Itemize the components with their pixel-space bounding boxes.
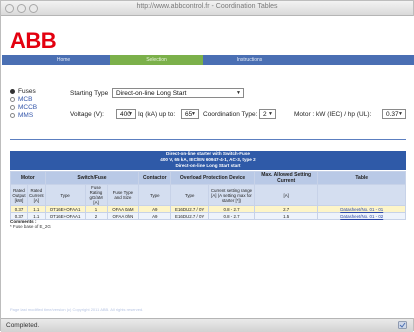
top-navigation: Home Selection Instructions (2, 55, 414, 65)
nav-instructions[interactable]: Instructions (203, 55, 296, 65)
chevron-down-icon: ▼ (398, 111, 403, 117)
security-icon (398, 321, 407, 329)
table-sub-header-row: Rated Output [kW] Rated Current [A] Type… (10, 184, 406, 206)
chevron-down-icon: ▼ (191, 111, 196, 117)
motor-label: Motor : kW (IEC) / hp (UL): (294, 111, 372, 118)
chevron-down-icon: ▼ (236, 90, 241, 96)
header-max-setting: Max. Allowed Setting Current (253, 171, 319, 185)
subheader-setting-range: Current setting range [A] (A setting max… (208, 184, 255, 206)
iq-label: Iq (kA) up to: (138, 111, 176, 118)
radio-label: Fuses (18, 88, 36, 95)
table-title-line: Direct-on-line Long Start start (175, 163, 241, 168)
cell: OFAA 0hN (106, 212, 140, 220)
cell: E16DU2.7 / 0Y (170, 205, 210, 213)
nav-home[interactable]: Home (17, 55, 110, 65)
header-contactor: Contactor (138, 171, 172, 185)
radio-mms[interactable]: MMS (10, 112, 33, 119)
chevron-down-icon: ▼ (128, 111, 133, 117)
header-overload: Overload Protection Device (170, 171, 255, 185)
cell: 1.5 (253, 212, 319, 220)
voltage-select[interactable]: 400 ▼ (116, 109, 136, 119)
page-footer: Page last modified time/version (c) Copy… (10, 307, 144, 312)
status-text: Completed. (6, 322, 40, 329)
cell: OT16E+OFAA1 (44, 205, 86, 213)
cell: 0.8 - 2.7 (208, 205, 255, 213)
title-bar: http://www.abbcontrol.fr - Coordination … (1, 1, 413, 16)
radio-dot (10, 105, 15, 110)
radio-fuses[interactable]: Fuses (10, 88, 36, 95)
radio-mccb[interactable]: MCCB (10, 104, 37, 111)
subheader-switch-type: Type (44, 184, 86, 206)
subheader-rated-current: Rated Current [A] (26, 184, 46, 206)
coordination-table: Motor Switch/Fuse Contactor Overload Pro… (10, 171, 406, 220)
cell: 2.7 (253, 205, 319, 213)
cell: 1.1 (26, 205, 46, 213)
subheader-contactor-type: Type (138, 184, 172, 206)
window-title: http://www.abbcontrol.fr - Coordination … (136, 3, 278, 10)
header-switch-fuse: Switch/Fuse (44, 171, 140, 185)
radio-dot (10, 97, 15, 102)
subheader-rated-output: Rated Output [kW] (10, 184, 28, 206)
abb-logo: ABB (10, 28, 57, 53)
cell: 0.37 (10, 205, 28, 213)
starting-type-label: Starting Type (70, 90, 109, 97)
subheader-fuse-type: Fuse Type and Size (106, 184, 140, 206)
cell: OT16E+OFAA1 (44, 212, 86, 220)
radio-label: MCB (18, 96, 33, 103)
motor-select[interactable]: 0.37 ▼ (382, 109, 406, 119)
coordination-type-label: Coordination Type: (203, 111, 258, 118)
cell: E16DU2.7 / 0Y (170, 212, 210, 220)
starting-type-value: Direct-on-line Long Start (116, 90, 187, 97)
cell: 1 (84, 205, 108, 213)
subheader-table (317, 184, 406, 206)
iq-select[interactable]: 65 ▼ (181, 109, 199, 119)
page-content: ABB Home Selection Instructions Fuses MC… (2, 16, 414, 318)
header-table: Table (317, 171, 406, 185)
footnote: * Fuse base of E_2G (10, 224, 51, 229)
cell: A9 (138, 212, 172, 220)
coordination-type-select[interactable]: 2 ▼ (259, 109, 276, 119)
radio-dot (10, 113, 15, 118)
browser-window: http://www.abbcontrol.fr - Coordination … (0, 0, 414, 332)
datasheet-link[interactable]: Datasheet/No. 01 - 02 (317, 212, 406, 220)
divider (10, 139, 406, 140)
subheader-max-current: [A] (253, 184, 319, 206)
table-row: 0.37 1.1 OT16E+OFAA1 2 OFAA 0hN A9 E16DU… (10, 212, 406, 220)
datasheet-link[interactable]: Datasheet/No. 01 - 01 (317, 205, 406, 213)
cell: 2 (84, 212, 108, 220)
chevron-down-icon: ▼ (268, 111, 273, 117)
radio-dot (10, 89, 15, 94)
status-bar: Completed. (1, 318, 413, 332)
table-title: Direct-on-line starter with Switch-Fuse … (10, 151, 406, 170)
cell: OFAA 0aM (106, 205, 140, 213)
radio-label: MCCB (18, 104, 38, 111)
header-motor: Motor (10, 171, 46, 185)
radio-label: MMS (18, 112, 34, 119)
cell: 0.8 - 2.7 (208, 212, 255, 220)
cell: A9 (138, 205, 172, 213)
table-row: 0.37 1.1 OT16E+OFAA1 1 OFAA 0aM A9 E16DU… (10, 205, 406, 213)
nav-selection[interactable]: Selection (110, 55, 203, 65)
table-group-header-row: Motor Switch/Fuse Contactor Overload Pro… (10, 171, 406, 185)
subheader-fuse-rating: Fuse Rating gG/aM [A] (84, 184, 108, 206)
voltage-label: Voltage (V): (70, 111, 104, 118)
radio-mcb[interactable]: MCB (10, 96, 32, 103)
starting-type-select[interactable]: Direct-on-line Long Start ▼ (112, 88, 244, 98)
subheader-overload-type: Type (170, 184, 210, 206)
